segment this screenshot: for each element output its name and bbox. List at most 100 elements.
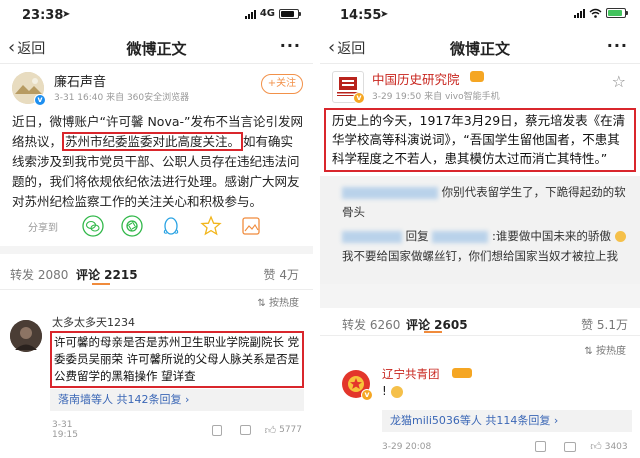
share-icon[interactable] (212, 424, 223, 436)
sort-icon: ⇅ (257, 298, 266, 309)
quoted-text-2-end: 我不要给国家做螺丝钉，你们想给国家当奴才被拉上我 (342, 249, 618, 263)
commenter-avatar[interactable]: v (342, 370, 373, 401)
sort-by-hot-button[interactable]: ⇅ 按热度 (584, 342, 626, 357)
comment-actions: 3-31 19:15 👍︎ 5777 (52, 420, 302, 440)
author-name[interactable]: 中国历史研究院 (372, 69, 460, 88)
save-image-icon[interactable] (240, 215, 262, 237)
left-screenshot: 23:38 ➤ 4G ‹ 返回 微博正文 ··· v 廉石声音 3-31 16:… (0, 0, 313, 458)
page-title: 微博正文 (449, 40, 510, 58)
comment-actions: 3-29 20:08 👍︎ 3403 (382, 440, 632, 453)
wechat-icon[interactable] (82, 215, 104, 237)
quoted-text-2: :谁要做中国未来的骄傲 (491, 229, 611, 243)
comment-item: v 辽宁共青团 ! 龙猫mili5036等人 共114条回复 › 3-29 20… (320, 358, 640, 458)
quoted-comment-1: 你别代表留学生了，下跪得起劲的软骨头 (342, 182, 627, 222)
tab-like[interactable]: 赞 4万 (264, 266, 299, 283)
blurred-username (342, 186, 438, 199)
more-options-button[interactable]: ··· (280, 36, 301, 55)
network-type: 4G (259, 8, 275, 19)
share-label: 分享到 (28, 223, 58, 234)
post-tabs: 转发 6260 评论 2605 赞 5.1万 (320, 308, 640, 336)
commenter-name[interactable]: 太多太多天1234 (52, 314, 135, 330)
replies-count[interactable]: 共142条回复 (117, 393, 182, 406)
nav-bar: ‹ 返回 微博正文 ··· (0, 30, 313, 64)
vip-badge-icon (452, 368, 472, 378)
thumbs-up-icon[interactable]: 👍︎ (265, 424, 277, 437)
quoted-comment-2: 回复 :谁要做中国未来的骄傲 我不要给国家做螺丝钉，你们想给国家当奴才被拉上我 (342, 226, 627, 266)
favorite-star-icon[interactable]: ☆ (612, 72, 626, 91)
emoji-icon (390, 385, 403, 398)
comment-date: 3-31 19:15 (52, 420, 78, 440)
qq-icon[interactable] (160, 215, 182, 237)
system-icons: 4G (244, 8, 301, 19)
avatar-image-icon (10, 320, 42, 352)
replies-count[interactable]: 共114条回复 (485, 414, 550, 427)
post-tabs: 转发 2080 评论 2215 赞 4万 (0, 254, 313, 290)
tab-like[interactable]: 赞 5.1万 (581, 316, 628, 333)
more-options-button[interactable]: ··· (607, 36, 628, 55)
avatar[interactable]: v (332, 71, 365, 104)
thumbs-up-icon[interactable]: 👍︎ (590, 440, 602, 453)
system-icons (574, 8, 628, 18)
comment-date: 3-29 20:08 (382, 441, 432, 452)
tab-repost[interactable]: 转发 2080 (10, 266, 68, 283)
location-arrow-icon: ➤ (62, 9, 71, 20)
replies-link[interactable]: 龙猫mili5036等人 (390, 414, 482, 427)
moments-icon[interactable] (121, 215, 143, 237)
replies-link[interactable]: 落南墙等人 (58, 393, 113, 406)
vip-badge-icon (470, 71, 484, 82)
post-meta: 3-31 16:40 来自 360安全浏览器 (54, 93, 190, 103)
like-count: 3403 (604, 441, 628, 452)
divider (0, 246, 313, 254)
avatar[interactable]: v (12, 72, 46, 106)
like-count: 5777 (279, 425, 303, 435)
location-arrow-icon: ➤ (380, 9, 389, 20)
wifi-icon (589, 8, 602, 18)
quoted-comment-box[interactable]: 你别代表留学生了，下跪得起劲的软骨头 回复 :谁要做中国未来的骄傲 我不要给国家… (320, 176, 640, 284)
comment-text: ! (382, 384, 403, 398)
status-bar: 23:38 ➤ 4G (0, 0, 313, 30)
battery-icon (279, 8, 301, 19)
comment-item: 太多太多天1234 许可馨的母亲是否是苏州卫生职业学院副院长 党委委员吴丽荣 许… (0, 312, 313, 440)
follow-button[interactable]: +关注 (261, 74, 303, 94)
page-title: 微博正文 (126, 40, 187, 58)
replies-box[interactable]: 龙猫mili5036等人 共114条回复 › (382, 410, 632, 432)
emoji-icon (614, 231, 626, 242)
replies-box[interactable]: 落南墙等人 共142条回复 › (50, 389, 304, 411)
commenter-avatar[interactable] (10, 320, 42, 352)
sort-label: 按热度 (596, 346, 626, 357)
share-icon[interactable] (535, 441, 547, 452)
active-tab-underline (424, 331, 442, 333)
signal-icon (574, 8, 585, 18)
blurred-username (342, 230, 402, 243)
divider (320, 284, 640, 308)
share-row: 分享到 (0, 206, 313, 246)
quoted-reply-prefix: 回复 (405, 229, 429, 243)
verified-badge-icon: v (361, 389, 373, 401)
qzone-star-icon[interactable] (200, 215, 222, 237)
tab-repost[interactable]: 转发 6260 (342, 316, 400, 333)
author-name[interactable]: 廉石声音 (54, 71, 106, 90)
post-meta: 3-29 19:50 来自 vivo智能手机 (372, 92, 500, 102)
status-time: 14:55 (340, 8, 382, 23)
sort-label: 按热度 (269, 298, 299, 309)
post-author: v 廉石声音 3-31 16:40 来自 360安全浏览器 +关注 (0, 64, 313, 110)
verified-badge-icon: v (34, 94, 46, 106)
reply-icon[interactable] (564, 441, 577, 452)
status-bar: 14:55 ➤ (320, 0, 640, 30)
commenter-name[interactable]: 辽宁共青团 (382, 366, 440, 382)
sort-row: ⇅ 按热度 (0, 290, 313, 312)
blurred-username (432, 230, 489, 243)
post-text: 近日，微博账户“许可馨 Nova-”发布不当言论引发网络热议， 苏州市纪委监委对此… (0, 110, 313, 209)
sort-by-hot-button[interactable]: ⇅ 按热度 (257, 294, 299, 309)
active-tab-underline (92, 283, 110, 285)
chevron-right-icon: › (553, 414, 559, 427)
nav-bar: ‹ 返回 微博正文 ··· (320, 30, 640, 64)
post-text: 历史上的今天，1917年3月29日，蔡元培发表《在清华学校高等科演说词》，“吾国… (324, 108, 636, 172)
comment-text: 许可馨的母亲是否是苏州卫生职业学院副院长 党委委员吴丽荣 许可馨所说的父母人脉关… (50, 331, 304, 388)
signal-icon (244, 9, 256, 19)
post-author: v 中国历史研究院 3-29 19:50 来自 vivo智能手机 ☆ (320, 64, 640, 108)
tab-comment[interactable]: 评论 2215 (76, 266, 138, 283)
comment-text-value: ! (382, 384, 387, 398)
sort-row: ⇅ 按热度 (320, 338, 640, 358)
reply-icon[interactable] (240, 425, 251, 435)
